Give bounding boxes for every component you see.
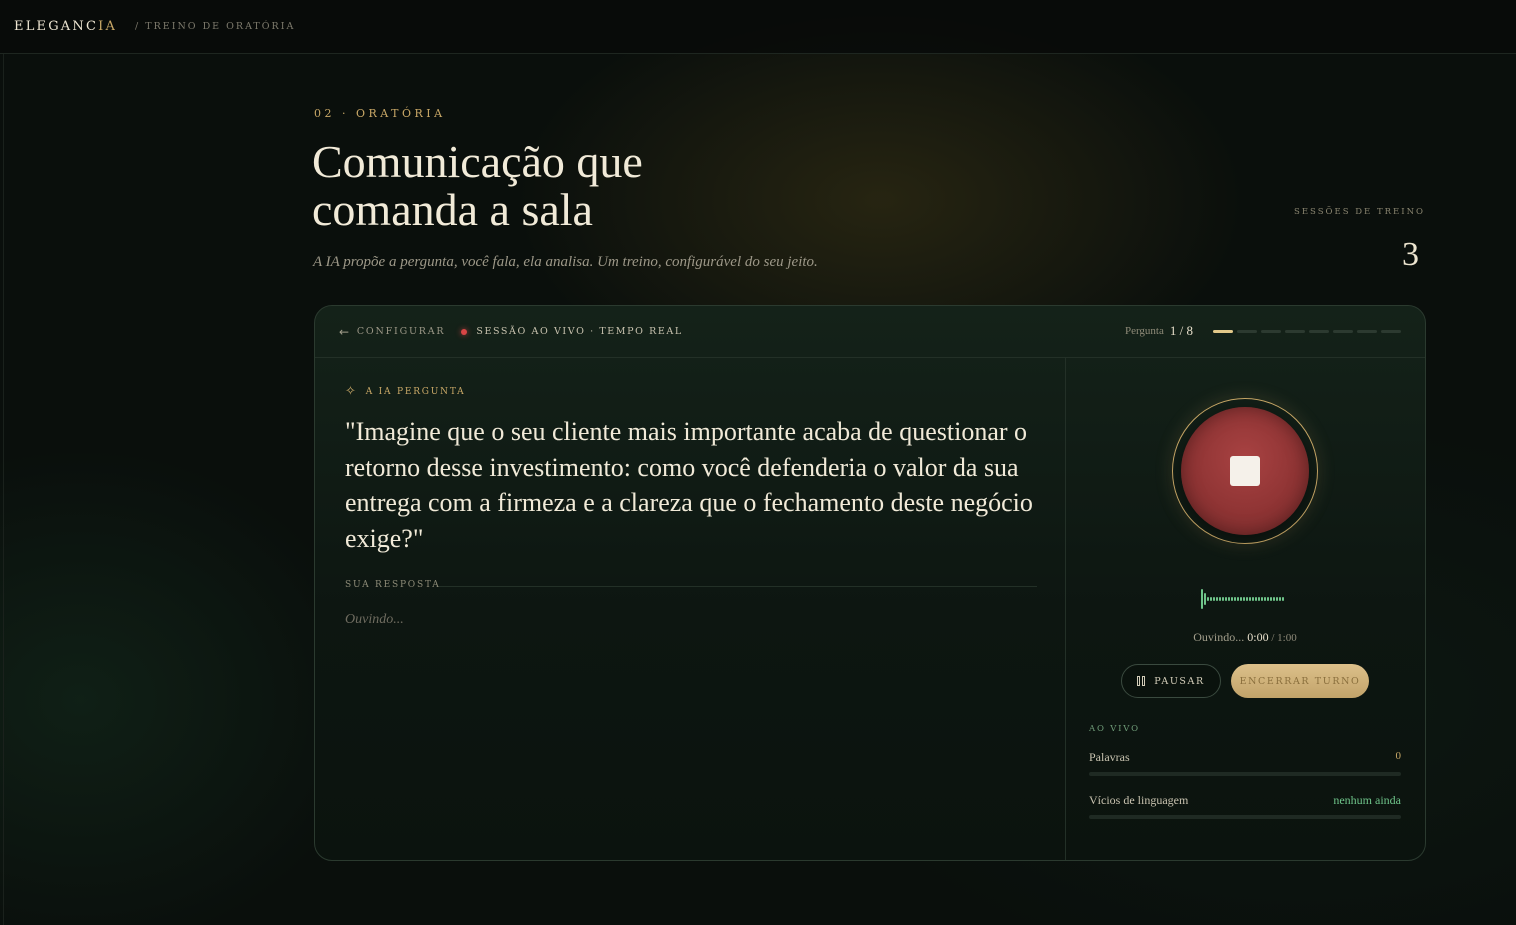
waveform-bar [1204, 593, 1206, 605]
waveform-bar [1213, 597, 1215, 601]
waveform-bar [1219, 597, 1221, 601]
waveform-bar [1258, 597, 1260, 601]
waveform-bar [1231, 597, 1233, 601]
session-header: ← CONFIGURAR SESSÃO AO VIVO · TEMPO REAL… [315, 306, 1425, 358]
brand-logo[interactable]: ELEGANCIA [14, 19, 117, 34]
end-turn-label: ENCERRAR TURNO [1239, 675, 1361, 687]
waveform-bar [1282, 597, 1284, 601]
waveform-bar [1276, 597, 1278, 601]
answer-divider [439, 586, 1037, 587]
live-session-indicator: SESSÃO AO VIVO · TEMPO REAL [461, 326, 682, 337]
ai-question-label-text: A IA PERGUNTA [365, 386, 466, 397]
question-progress-segment [1237, 329, 1257, 333]
recording-status-label: Ouvindo... [1193, 630, 1245, 644]
waveform-bar [1207, 597, 1209, 601]
brand-accent: IA [98, 19, 118, 34]
sessions-count: 3 [1402, 236, 1419, 273]
question-progress-segments [1209, 329, 1401, 333]
question-progress-segment [1381, 329, 1401, 333]
waveform-bar [1234, 597, 1236, 601]
waveform-bar [1279, 597, 1281, 601]
sparkle-icon: ✧ [345, 384, 358, 399]
waveform-bar [1201, 589, 1203, 609]
pause-button[interactable]: PAUSAR [1121, 664, 1221, 698]
waveform-bar [1243, 597, 1245, 601]
question-progress-segment [1333, 329, 1353, 333]
words-bar [1089, 772, 1401, 776]
question-progress: Pergunta 1 / 8 [1125, 323, 1401, 339]
waveform-bar [1240, 597, 1242, 601]
breadcrumb: / TREINO DE ORATÓRIA [135, 21, 296, 32]
waveform-bar [1222, 597, 1224, 601]
page-title: Comunicação que comanda a sala [312, 138, 832, 234]
question-progress-segment [1213, 329, 1233, 333]
panel-divider [1065, 358, 1066, 860]
waveform-bar [1249, 597, 1251, 601]
waveform-bar [1264, 597, 1266, 601]
fillers-value: nenhum ainda [1333, 793, 1401, 807]
waveform-bar [1255, 597, 1257, 601]
waveform-bar [1210, 597, 1212, 601]
pause-label: PAUSAR [1154, 675, 1205, 687]
question-progress-segment [1261, 329, 1281, 333]
live-session-label: SESSÃO AO VIVO · TEMPO REAL [476, 326, 683, 337]
fillers-metric: Vícios de linguagem nenhum ainda [1089, 793, 1401, 808]
question-progress-segment [1357, 329, 1377, 333]
answer-transcript: Ouvindo... [345, 612, 404, 627]
section-eyebrow: 02 · ORATÓRIA [314, 107, 446, 120]
fillers-bar [1089, 815, 1401, 819]
ai-question-label: ✧ A IA PERGUNTA [345, 384, 465, 399]
recording-elapsed: 0:00 [1247, 630, 1269, 644]
live-dot-icon [461, 328, 468, 335]
pause-icon [1137, 676, 1146, 686]
waveform-bar [1228, 597, 1230, 601]
page-subtitle: A IA propõe a pergunta, você fala, ela a… [313, 254, 818, 270]
top-bar: ELEGANCIA / TREINO DE ORATÓRIA [0, 0, 1516, 54]
configure-back-link[interactable]: ← CONFIGURAR [339, 325, 445, 339]
end-turn-button[interactable]: ENCERRAR TURNO [1231, 664, 1369, 698]
recording-status: Ouvindo... 0:00 / 1:00 [1065, 630, 1425, 645]
fillers-label: Vícios de linguagem [1089, 793, 1189, 807]
words-value: 0 [1395, 750, 1402, 762]
page-title-line-1: Comunicação que [312, 136, 643, 187]
words-metric: Palavras 0 [1089, 750, 1401, 765]
brand-main: ELEGANC [14, 19, 99, 34]
waveform-bar [1261, 597, 1263, 601]
waveform-bar [1225, 597, 1227, 601]
recording-limit: 1:00 [1277, 632, 1297, 644]
waveform-bar [1237, 597, 1239, 601]
waveform-bar [1216, 597, 1218, 601]
question-progress-segment [1285, 329, 1305, 333]
question-counter: 1 / 8 [1169, 323, 1193, 338]
answer-label: SUA RESPOSTA [345, 580, 441, 590]
waveform-bar [1267, 597, 1269, 601]
words-label: Palavras [1089, 750, 1130, 764]
left-divider [3, 54, 4, 925]
training-session-card: ← CONFIGURAR SESSÃO AO VIVO · TEMPO REAL… [314, 305, 1426, 861]
waveform-bar [1273, 597, 1275, 601]
sessions-label: SESSÕES DE TREINO [1294, 207, 1425, 217]
recording-separator: / [1268, 632, 1278, 644]
page-title-line-2: comanda a sala [312, 184, 593, 235]
live-stats-title: AO VIVO [1089, 724, 1140, 734]
waveform-bar [1252, 597, 1254, 601]
arrow-left-icon: ← [339, 324, 351, 339]
question-label: Pergunta [1124, 325, 1164, 337]
waveform-bar [1246, 597, 1248, 601]
configure-label: CONFIGURAR [356, 326, 446, 337]
question-text: "Imagine que o seu cliente mais importan… [345, 417, 1033, 553]
record-ring [1172, 398, 1318, 544]
question-progress-segment [1309, 329, 1329, 333]
stop-icon [1230, 456, 1260, 486]
waveform-bar [1270, 597, 1272, 601]
record-stop-button[interactable] [1181, 407, 1309, 535]
audio-waveform [1201, 589, 1284, 609]
